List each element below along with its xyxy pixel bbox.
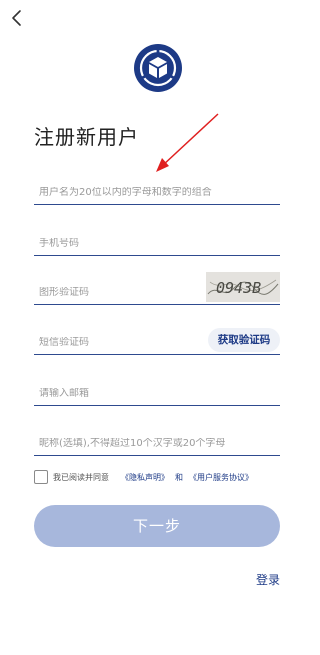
username-input[interactable]	[39, 187, 275, 198]
get-sms-code-button[interactable]: 获取验证码	[208, 328, 280, 352]
red-arrow-annotation	[156, 113, 219, 172]
next-step-button[interactable]: 下一步	[34, 505, 280, 547]
nickname-field	[34, 423, 280, 456]
username-field	[34, 172, 280, 205]
cube-logo-icon	[134, 44, 182, 92]
sms-code-field: 获取验证码	[34, 322, 280, 355]
service-agreement-link[interactable]: 《用户服务协议》	[189, 472, 253, 483]
back-button[interactable]	[8, 8, 28, 28]
email-input[interactable]	[39, 388, 275, 399]
agreement-row: 我已阅读并同意 《隐私声明》 和 《用户服务协议》	[34, 469, 253, 485]
and-text: 和	[175, 472, 183, 482]
privacy-link[interactable]: 《隐私声明》	[121, 472, 169, 483]
captcha-image[interactable]: 0943B	[206, 272, 280, 302]
email-field	[34, 373, 280, 406]
phone-input[interactable]	[39, 238, 275, 249]
chevron-left-icon	[12, 10, 21, 26]
app-logo	[133, 43, 183, 93]
agree-checkbox[interactable]	[34, 470, 48, 484]
captcha-input[interactable]	[39, 287, 199, 298]
sms-code-input[interactable]	[39, 337, 199, 348]
login-link[interactable]: 登录	[256, 571, 280, 588]
nickname-input[interactable]	[39, 438, 275, 449]
phone-field	[34, 223, 280, 256]
agree-label: 我已阅读并同意	[53, 472, 109, 482]
captcha-field: 0943B	[34, 272, 280, 305]
captcha-text: 0943B	[216, 279, 261, 297]
page-title: 注册新用户	[34, 125, 139, 149]
